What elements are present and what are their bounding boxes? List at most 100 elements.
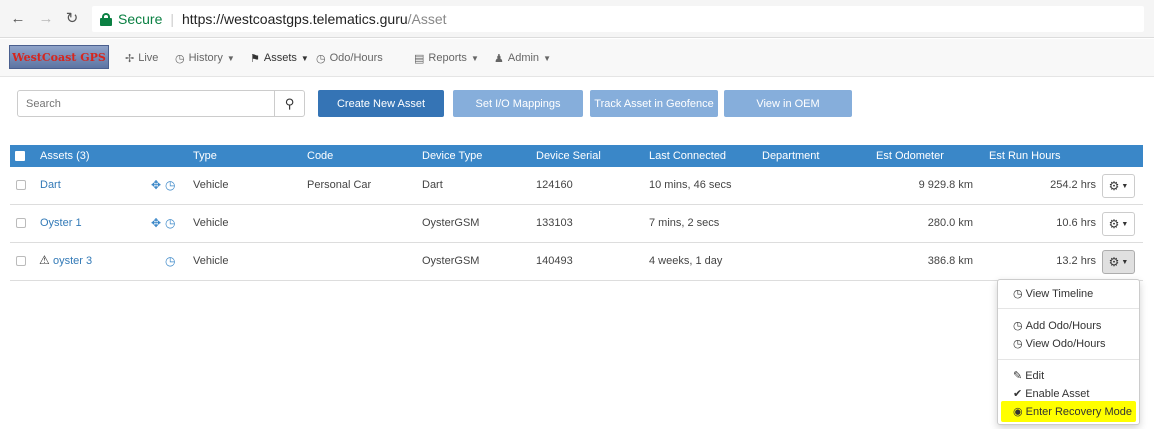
- est-odometer: 9 929.8 km: [918, 179, 973, 191]
- caret-down-icon: ▼: [1121, 258, 1129, 266]
- menu-item-enable-asset[interactable]: ✔ Enable Asset: [1013, 387, 1090, 401]
- search-input[interactable]: [18, 91, 274, 116]
- asset-type: Vehicle: [193, 179, 229, 191]
- menu-item-edit[interactable]: ✎ Edit: [1013, 369, 1044, 383]
- report-icon: ▤: [414, 52, 425, 65]
- nav-odo-hours[interactable]: ◷ Odo/Hours: [316, 39, 383, 77]
- menu-item-label: Enter Recovery Mode: [1025, 405, 1132, 418]
- menu-item-view-timeline[interactable]: ◷ View Timeline: [1013, 287, 1094, 301]
- header-assets[interactable]: Assets (3): [40, 150, 90, 162]
- header-device-type[interactable]: Device Type: [422, 150, 482, 162]
- warning-icon: ⚠: [39, 253, 50, 267]
- asset-name-link[interactable]: oyster 3: [53, 255, 92, 267]
- row-actions-menu: ◷ View Timeline ◷ Add Odo/Hours ◷ View O…: [997, 279, 1140, 425]
- row-checkbox[interactable]: [16, 180, 26, 190]
- check-circle-icon: ✔: [1013, 388, 1023, 400]
- header-est-run-hours[interactable]: Est Run Hours: [989, 150, 1061, 162]
- row-checkbox[interactable]: [16, 218, 26, 228]
- caret-down-icon: ▼: [226, 53, 235, 63]
- caret-down-icon: ▼: [1121, 220, 1129, 228]
- last-connected: 7 mins, 2 secs: [649, 217, 720, 229]
- nav-reports[interactable]: ▤ Reports ▼: [414, 39, 479, 77]
- url-host: https://westcoastgps.telematics.guru: [182, 11, 408, 27]
- row-actions-button[interactable]: ⚙ ▼: [1102, 212, 1135, 236]
- menu-item-label: View Odo/Hours: [1025, 337, 1106, 350]
- clock-icon: ◷: [175, 52, 185, 65]
- est-odometer: 280.0 km: [927, 217, 973, 229]
- flag-icon: ⚑: [250, 52, 260, 65]
- last-connected: 10 mins, 46 secs: [649, 179, 732, 191]
- clock-icon: ◷: [1013, 338, 1023, 350]
- timeline-icon[interactable]: ◷: [165, 216, 175, 230]
- device-serial: 124160: [536, 179, 573, 191]
- crosshair-icon: ✢: [125, 52, 135, 65]
- device-type: OysterGSM: [422, 255, 480, 267]
- select-all-checkbox[interactable]: [15, 151, 25, 161]
- forward-arrow-icon[interactable]: →: [36, 8, 56, 28]
- menu-divider: [998, 359, 1139, 360]
- nav-admin[interactable]: ♟ Admin ▼: [494, 39, 551, 77]
- clock-icon: ◷: [316, 52, 326, 65]
- track-asset-geofence-button[interactable]: Track Asset in Geofence: [590, 90, 718, 117]
- secure-label: Secure: [118, 11, 163, 27]
- menu-item-view-odo-hours[interactable]: ◷ View Odo/Hours: [1013, 337, 1106, 351]
- locate-icon[interactable]: ✥: [151, 216, 161, 230]
- gear-icon: ⚙: [1108, 179, 1120, 193]
- nav-reports-label: Reports: [428, 52, 467, 64]
- clock-icon: ◷: [1013, 288, 1023, 300]
- gear-icon: ⚙: [1108, 217, 1120, 231]
- edit-icon: ✎: [1013, 370, 1023, 382]
- header-last-connected[interactable]: Last Connected: [649, 150, 726, 162]
- address-bar[interactable]: Secure | https://westcoastgps.telematics…: [92, 6, 1144, 32]
- timeline-icon[interactable]: ◷: [165, 254, 175, 268]
- nav-assets[interactable]: ⚑ Assets ▼: [250, 39, 309, 77]
- header-est-odometer[interactable]: Est Odometer: [876, 150, 944, 162]
- caret-down-icon: ▼: [1121, 182, 1129, 190]
- est-run-hours: 254.2 hrs: [1050, 179, 1096, 191]
- row-actions-button[interactable]: ⚙ ▼: [1102, 174, 1135, 198]
- search-icon[interactable]: ⚲: [274, 91, 304, 116]
- device-type: OysterGSM: [422, 217, 480, 229]
- menu-item-label: Add Odo/Hours: [1025, 319, 1102, 332]
- asset-type: Vehicle: [193, 217, 229, 229]
- reload-icon[interactable]: ↻: [62, 8, 82, 28]
- create-new-asset-button[interactable]: Create New Asset: [318, 90, 444, 117]
- device-serial: 140493: [536, 255, 573, 267]
- row-actions-button[interactable]: ⚙ ▼: [1102, 250, 1135, 274]
- nav-admin-label: Admin: [507, 52, 540, 64]
- table-row[interactable]: Dart ✥ ◷ Vehicle Personal Car Dart 12416…: [10, 167, 1143, 205]
- caret-down-icon: ▼: [470, 53, 479, 63]
- nav-live[interactable]: ✢ Live: [125, 39, 158, 77]
- asset-code: Personal Car: [307, 179, 372, 191]
- menu-item-label: View Timeline: [1025, 287, 1094, 300]
- url-path: /Asset: [407, 11, 447, 27]
- asset-name-link[interactable]: Dart: [40, 179, 61, 191]
- asset-type: Vehicle: [193, 255, 229, 267]
- back-arrow-icon[interactable]: ←: [8, 8, 28, 28]
- nav-assets-label: Assets: [263, 52, 297, 64]
- menu-item-enter-recovery-mode[interactable]: ◉ Enter Recovery Mode: [1013, 405, 1132, 419]
- device-serial: 133103: [536, 217, 573, 229]
- device-type: Dart: [422, 179, 443, 191]
- browser-toolbar: ← → ↻ Secure | https://westcoastgps.tele…: [0, 0, 1154, 38]
- nav-history-label: History: [188, 52, 223, 64]
- header-code[interactable]: Code: [307, 150, 333, 162]
- view-in-oem-button[interactable]: View in OEM: [724, 90, 852, 117]
- row-checkbox[interactable]: [16, 256, 26, 266]
- asset-name-link[interactable]: Oyster 1: [40, 217, 82, 229]
- caret-down-icon: ▼: [300, 53, 309, 63]
- header-type[interactable]: Type: [193, 150, 217, 162]
- timeline-icon[interactable]: ◷: [165, 178, 175, 192]
- header-device-serial[interactable]: Device Serial: [536, 150, 601, 162]
- nav-history[interactable]: ◷ History ▼: [175, 39, 235, 77]
- nav-odo-hours-label: Odo/Hours: [329, 52, 383, 64]
- table-row[interactable]: ⚠ oyster 3 ◷ Vehicle OysterGSM 140493 4 …: [10, 243, 1143, 281]
- set-io-mappings-button[interactable]: Set I/O Mappings: [453, 90, 583, 117]
- menu-item-label: Enable Asset: [1025, 387, 1090, 400]
- locate-icon[interactable]: ✥: [151, 178, 161, 192]
- user-icon: ♟: [494, 52, 504, 65]
- brand-logo[interactable]: WestCoast GPS: [9, 45, 109, 69]
- header-department[interactable]: Department: [762, 150, 819, 162]
- table-row[interactable]: Oyster 1 ✥ ◷ Vehicle OysterGSM 133103 7 …: [10, 205, 1143, 243]
- menu-item-add-odo-hours[interactable]: ◷ Add Odo/Hours: [1013, 319, 1102, 333]
